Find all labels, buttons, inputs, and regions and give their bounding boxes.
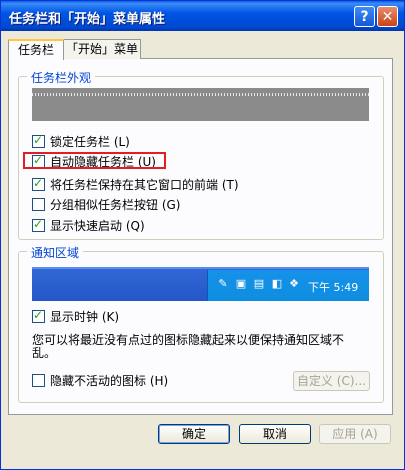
tray-program-icon: ❖ bbox=[289, 277, 299, 290]
hide-inactive-option[interactable]: 隐藏不活动的图标 (H) bbox=[32, 371, 168, 389]
quick-launch-option[interactable]: 显示快速启动 (Q) bbox=[32, 216, 145, 234]
notification-description: 您可以将最近没有点过的图标隐藏起来以便保持通知区域不乱。 bbox=[32, 333, 345, 360]
lock-taskbar-checkbox[interactable] bbox=[32, 133, 45, 148]
tray-volume-icon: ◧ bbox=[271, 277, 283, 290]
dialog-window: 任务栏和「开始」菜单属性 ? ✕ 任务栏 「开始」菜单 任务栏外观 锁定任务栏 … bbox=[0, 0, 405, 470]
group-buttons-option[interactable]: 分组相似任务栏按钮 (G) bbox=[32, 195, 180, 213]
tray-clock: 下午 5:49 bbox=[308, 281, 359, 294]
cancel-button[interactable]: 取消 bbox=[239, 424, 311, 444]
apply-button[interactable]: 应用 (A) bbox=[319, 424, 391, 444]
taskbar-preview-image bbox=[32, 88, 369, 121]
group-buttons-label: 分组相似任务栏按钮 (G) bbox=[50, 197, 181, 212]
tray-monitor-icon: ▤ bbox=[253, 277, 265, 290]
quick-launch-checkbox[interactable] bbox=[32, 217, 45, 232]
notification-area-title: 通知区域 bbox=[27, 244, 84, 261]
tab-taskbar[interactable]: 任务栏 bbox=[8, 39, 64, 60]
tab-start-menu[interactable]: 「开始」菜单 bbox=[63, 39, 141, 59]
quick-launch-label: 显示快速启动 (Q) bbox=[50, 218, 145, 233]
tray-network-icon: ▣ bbox=[235, 277, 247, 290]
lock-taskbar-option[interactable]: 锁定任务栏 (L) bbox=[32, 132, 130, 150]
ok-button[interactable]: 确定 bbox=[158, 424, 230, 444]
show-clock-label: 显示时钟 (K) bbox=[50, 309, 120, 324]
show-clock-option[interactable]: 显示时钟 (K) bbox=[32, 307, 119, 325]
hide-inactive-label: 隐藏不活动的图标 (H) bbox=[50, 373, 169, 388]
help-button[interactable]: ? bbox=[354, 6, 375, 27]
tray-app-icon: ✎ bbox=[218, 277, 228, 290]
hide-inactive-checkbox[interactable] bbox=[32, 373, 45, 387]
highlight-box bbox=[23, 152, 166, 169]
close-button[interactable]: ✕ bbox=[377, 6, 398, 27]
keep-on-top-option[interactable]: 将任务栏保持在其它窗口的前端 (T) bbox=[32, 175, 239, 193]
keep-on-top-label: 将任务栏保持在其它窗口的前端 (T) bbox=[50, 177, 239, 192]
group-buttons-checkbox[interactable] bbox=[32, 197, 45, 211]
title-bar[interactable]: 任务栏和「开始」菜单属性 ? ✕ bbox=[1, 1, 404, 31]
show-clock-checkbox[interactable] bbox=[32, 308, 45, 323]
taskbar-appearance-title: 任务栏外观 bbox=[27, 69, 96, 86]
keep-on-top-checkbox[interactable] bbox=[32, 176, 45, 191]
window-title: 任务栏和「开始」菜单属性 bbox=[9, 12, 166, 27]
lock-taskbar-label: 锁定任务栏 (L) bbox=[50, 134, 130, 149]
customize-button[interactable]: 自定义 (C)... bbox=[293, 371, 370, 391]
